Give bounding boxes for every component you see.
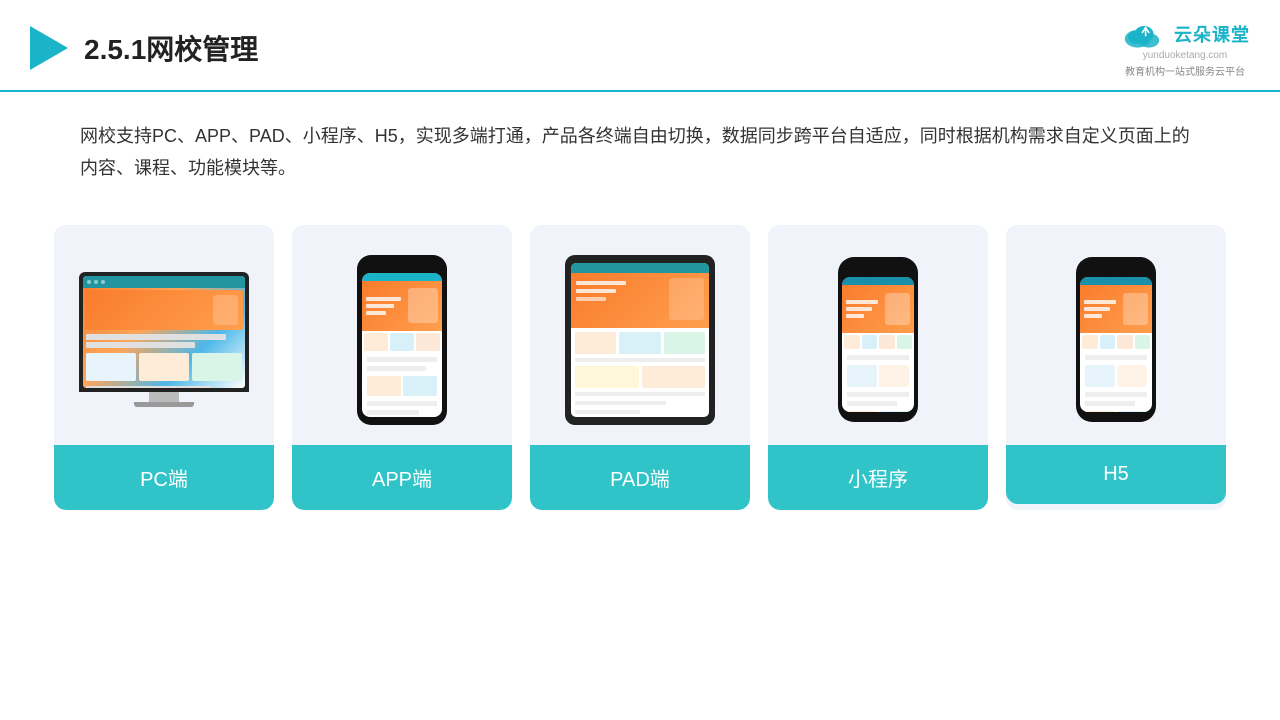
description-text: 网校支持PC、APP、PAD、小程序、H5，实现多端打通，产品各终端自由切换，数… — [0, 92, 1280, 195]
phone-body-mini — [838, 257, 918, 422]
card-miniprogram-label: 小程序 — [768, 445, 988, 510]
play-icon — [30, 26, 68, 70]
pc-screen-inner — [83, 276, 245, 388]
phone-screen-mini — [842, 277, 914, 412]
pad-screen — [571, 263, 709, 417]
card-h5-label: H5 — [1006, 445, 1226, 504]
card-pad: PAD端 — [530, 225, 750, 510]
header: 2.5.1网校管理 云朵课堂 yunduoketang.com 教育机构一站式服… — [0, 0, 1280, 92]
card-h5-image — [1006, 225, 1226, 445]
phone-screen-app — [362, 273, 442, 417]
card-pad-label: PAD端 — [530, 445, 750, 510]
card-pad-image — [530, 225, 750, 445]
logo-cloud: 云朵课堂 — [1120, 18, 1250, 50]
phone-body-app — [357, 255, 447, 425]
phone-body-h5 — [1076, 257, 1156, 422]
logo-area: 云朵课堂 yunduoketang.com 教育机构一站式服务云平台 — [1120, 18, 1250, 78]
logo-subtitle: 教育机构一站式服务云平台 — [1125, 63, 1245, 78]
description-paragraph: 网校支持PC、APP、PAD、小程序、H5，实现多端打通，产品各终端自由切换，数… — [80, 120, 1200, 185]
logo-url: yunduoketang.com — [1143, 50, 1228, 61]
card-app: APP端 — [292, 225, 512, 510]
card-pc-label: PC端 — [54, 445, 274, 510]
card-app-label: APP端 — [292, 445, 512, 510]
miniprogram-mockup — [838, 257, 918, 422]
h5-mockup — [1076, 257, 1156, 422]
card-miniprogram-image — [768, 225, 988, 445]
header-left: 2.5.1网校管理 — [30, 26, 258, 70]
card-pc: PC端 — [54, 225, 274, 510]
cards-container: PC端 — [0, 195, 1280, 510]
phone-screen-h5 — [1080, 277, 1152, 412]
pad-body — [565, 255, 715, 425]
pad-mockup — [565, 255, 715, 425]
card-pc-image — [54, 225, 274, 445]
card-miniprogram: 小程序 — [768, 225, 988, 510]
page-title: 2.5.1网校管理 — [84, 28, 258, 68]
card-app-image — [292, 225, 512, 445]
card-h5: H5 — [1006, 225, 1226, 510]
app-mockup — [357, 255, 447, 425]
cloud-icon — [1120, 18, 1168, 50]
pc-screen-border — [79, 272, 249, 392]
pc-mockup — [79, 272, 249, 407]
logo-text: 云朵课堂 — [1174, 21, 1250, 47]
